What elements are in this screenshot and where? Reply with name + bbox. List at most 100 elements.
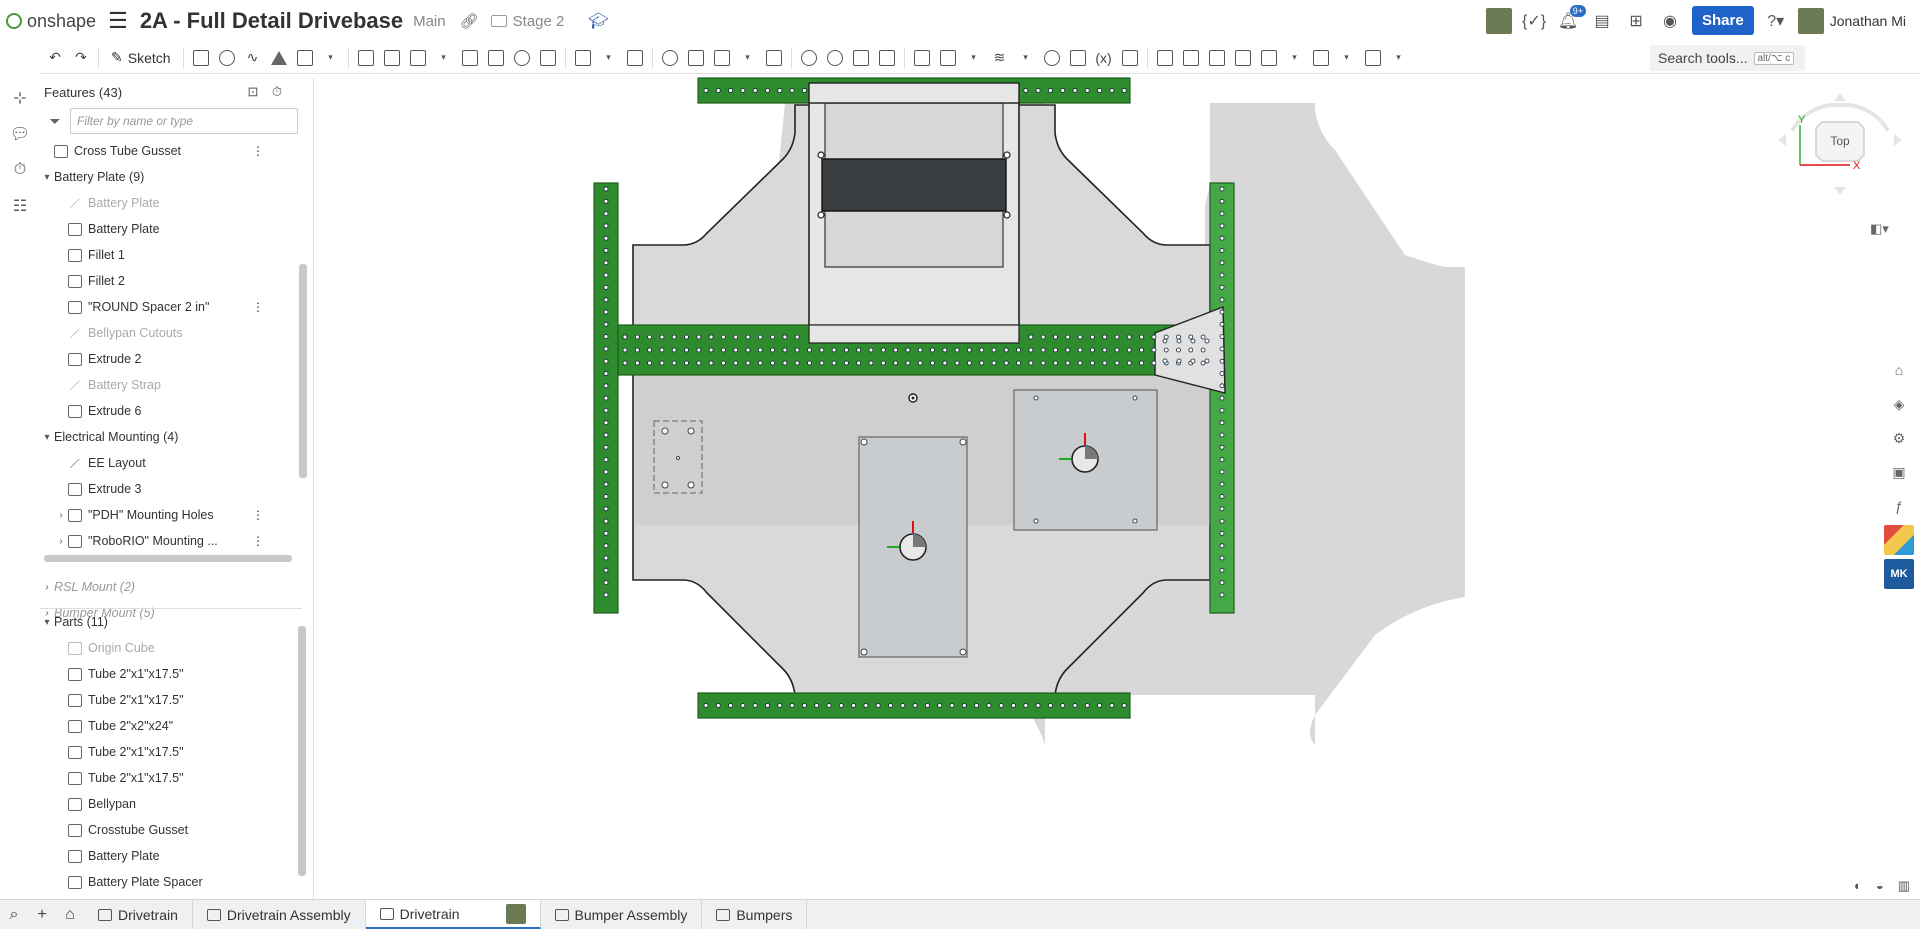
sheet-metal-icon[interactable] bbox=[1065, 45, 1091, 71]
hole-icon[interactable] bbox=[509, 45, 535, 71]
sketch-button[interactable]: ✎ Sketch bbox=[103, 49, 179, 66]
part-item[interactable]: Tube 2"x2"x24" bbox=[40, 713, 302, 739]
feature-item[interactable]: "ROUND Spacer 2 in" ⋮ bbox=[40, 294, 302, 320]
chevron-right-icon[interactable]: › bbox=[54, 536, 68, 547]
notifications-icon[interactable]: 🔔︎ 9+ bbox=[1556, 4, 1587, 33]
feature-item[interactable]: Extrude 2 bbox=[40, 346, 302, 372]
custom-features-icon[interactable]: ƒ bbox=[1884, 491, 1914, 521]
color-app-icon[interactable] bbox=[1884, 525, 1914, 555]
parts-scroll-thumb[interactable] bbox=[298, 626, 306, 876]
fill-icon[interactable] bbox=[1230, 45, 1256, 71]
redo-icon[interactable]: ↷ bbox=[68, 45, 94, 71]
appearance-icon[interactable]: ◉ bbox=[1658, 9, 1682, 33]
feature-item[interactable]: Extrude 3 bbox=[40, 476, 302, 502]
helix-icon[interactable] bbox=[1039, 45, 1065, 71]
mass-properties-icon[interactable]: ⚙︎ bbox=[1884, 423, 1914, 453]
configurations-icon[interactable]: ▣ bbox=[1884, 457, 1914, 487]
extrude-icon[interactable] bbox=[188, 45, 214, 71]
more-dropdown-icon[interactable]: ▾ bbox=[961, 45, 987, 71]
cylinder-icon[interactable] bbox=[535, 45, 561, 71]
filter-icon[interactable]: ⏷ bbox=[40, 113, 70, 130]
feature-item[interactable]: Fillet 1 bbox=[40, 242, 302, 268]
menu-icon[interactable]: ☰ bbox=[108, 8, 128, 34]
insert-icon[interactable]: ⊹ bbox=[0, 80, 40, 116]
tab-drivetrain-assembly[interactable]: Drivetrain Assembly bbox=[193, 900, 366, 929]
offset-surface-icon[interactable] bbox=[1178, 45, 1204, 71]
loft-icon[interactable] bbox=[266, 45, 292, 71]
more-dropdown-icon[interactable]: ▾ bbox=[1386, 45, 1412, 71]
rib-icon[interactable] bbox=[457, 45, 483, 71]
part-item[interactable]: Battery Plate bbox=[40, 843, 302, 869]
fillet-icon[interactable] bbox=[353, 45, 379, 71]
chevron-down-icon[interactable]: ▾ bbox=[40, 172, 54, 183]
more-dropdown-icon[interactable]: ▾ bbox=[431, 45, 457, 71]
more-dropdown-icon[interactable]: ▾ bbox=[1334, 45, 1360, 71]
chevron-right-icon[interactable]: › bbox=[40, 582, 54, 593]
history-icon[interactable]: ⏱︎ bbox=[0, 152, 40, 188]
share-button[interactable]: Share bbox=[1692, 6, 1754, 35]
document-info-icon[interactable]: ▤ bbox=[1590, 9, 1614, 33]
part-item[interactable]: Origin Cube bbox=[40, 635, 302, 661]
feature-item[interactable]: Battery Plate bbox=[40, 190, 302, 216]
frame-icon[interactable] bbox=[1117, 45, 1143, 71]
search-tools-input[interactable]: Search tools... alt/⌥ c bbox=[1650, 45, 1805, 71]
app-store-icon[interactable]: ⊞ bbox=[1624, 9, 1648, 33]
linear-pattern-icon[interactable] bbox=[570, 45, 596, 71]
document-title[interactable]: 2A - Full Detail Drivebase bbox=[140, 8, 403, 34]
section-icon[interactable]: ▥ bbox=[1898, 878, 1910, 894]
parts-panel-icon[interactable]: ◈ bbox=[1884, 389, 1914, 419]
more-options-icon[interactable]: ⋮ bbox=[252, 534, 264, 548]
sweep-icon[interactable]: ∿ bbox=[240, 45, 266, 71]
tab-drivetrain[interactable]: Drivetrain bbox=[84, 900, 193, 929]
tab-bumper-assembly[interactable]: Bumper Assembly bbox=[541, 900, 703, 929]
part-item[interactable]: Tube 2"x1"x17.5" bbox=[40, 739, 302, 765]
thicken-icon[interactable] bbox=[292, 45, 318, 71]
more-dropdown-icon[interactable]: ▾ bbox=[1013, 45, 1039, 71]
feature-tree-scrollbar[interactable] bbox=[298, 140, 308, 600]
transform-icon[interactable] bbox=[709, 45, 735, 71]
delete-face-icon[interactable] bbox=[822, 45, 848, 71]
scroll-thumb[interactable] bbox=[299, 264, 307, 478]
part-item[interactable]: Crosstube Gusset bbox=[40, 817, 302, 843]
view-cube[interactable]: Top Y X ◧▾ bbox=[1770, 85, 1910, 245]
chamfer-icon[interactable] bbox=[379, 45, 405, 71]
part-item[interactable]: Tube 2"x1"x17.5" bbox=[40, 765, 302, 791]
tab-bumpers[interactable]: Bumpers bbox=[702, 900, 808, 929]
chevron-down-icon[interactable]: ▾ bbox=[40, 432, 54, 443]
feature-item[interactable]: Battery Plate bbox=[40, 216, 302, 242]
feature-folder[interactable]: ▾ Battery Plate (9) bbox=[40, 164, 302, 190]
horizontal-scrollbar[interactable] bbox=[44, 555, 292, 562]
chevron-right-icon[interactable]: › bbox=[54, 510, 68, 521]
learning-center-icon[interactable]: 🎓︎ bbox=[588, 11, 608, 31]
more-dropdown-icon[interactable]: ▾ bbox=[318, 45, 344, 71]
boolean-icon[interactable] bbox=[657, 45, 683, 71]
chevron-down-icon[interactable]: ▾ bbox=[40, 617, 54, 628]
view-options-icon[interactable]: ◧▾ bbox=[1870, 221, 1889, 237]
more-options-icon[interactable]: ⋮ bbox=[252, 144, 264, 158]
tab-drivetrain[interactable]: Drivetrain bbox=[365, 900, 541, 929]
user-menu[interactable]: Jonathan Mi bbox=[1797, 7, 1906, 34]
collaborator-avatar[interactable] bbox=[1486, 7, 1513, 34]
graphics-viewport[interactable] bbox=[315, 75, 1885, 897]
parts-header[interactable]: ▾ Parts (11) bbox=[40, 609, 302, 635]
variables-icon[interactable]: {✓} bbox=[1522, 9, 1546, 33]
feature-item[interactable]: Battery Strap bbox=[40, 372, 302, 398]
feature-folder-collapsed[interactable]: › RSL Mount (2) bbox=[40, 574, 302, 600]
workspace-breadcrumb[interactable]: Stage 2 bbox=[490, 13, 564, 30]
appearance-panel-icon[interactable]: ⌂ bbox=[1884, 355, 1914, 385]
part-item[interactable]: Tube 2"x1"x17.5" bbox=[40, 687, 302, 713]
feature-item[interactable]: Extrude 6 bbox=[40, 398, 302, 424]
more-options-icon[interactable]: ⋮ bbox=[252, 300, 264, 314]
bom-icon[interactable]: ☷ bbox=[0, 188, 40, 224]
mk-app-icon[interactable]: MK bbox=[1884, 559, 1914, 589]
plane-icon[interactable] bbox=[909, 45, 935, 71]
draft-icon[interactable] bbox=[405, 45, 431, 71]
display-states-icon[interactable] bbox=[1360, 45, 1386, 71]
feature-item[interactable]: Cross Tube Gusset ⋮ bbox=[40, 138, 302, 164]
undo-icon[interactable]: ↶ bbox=[42, 45, 68, 71]
variable-icon[interactable]: (x) bbox=[1091, 45, 1117, 71]
sheet-metal-model-icon[interactable] bbox=[1256, 45, 1282, 71]
render-mode-icon[interactable]: ◐ bbox=[1854, 878, 1862, 894]
mate-connector-icon[interactable] bbox=[935, 45, 961, 71]
add-tab-icon[interactable]: + bbox=[28, 901, 56, 929]
